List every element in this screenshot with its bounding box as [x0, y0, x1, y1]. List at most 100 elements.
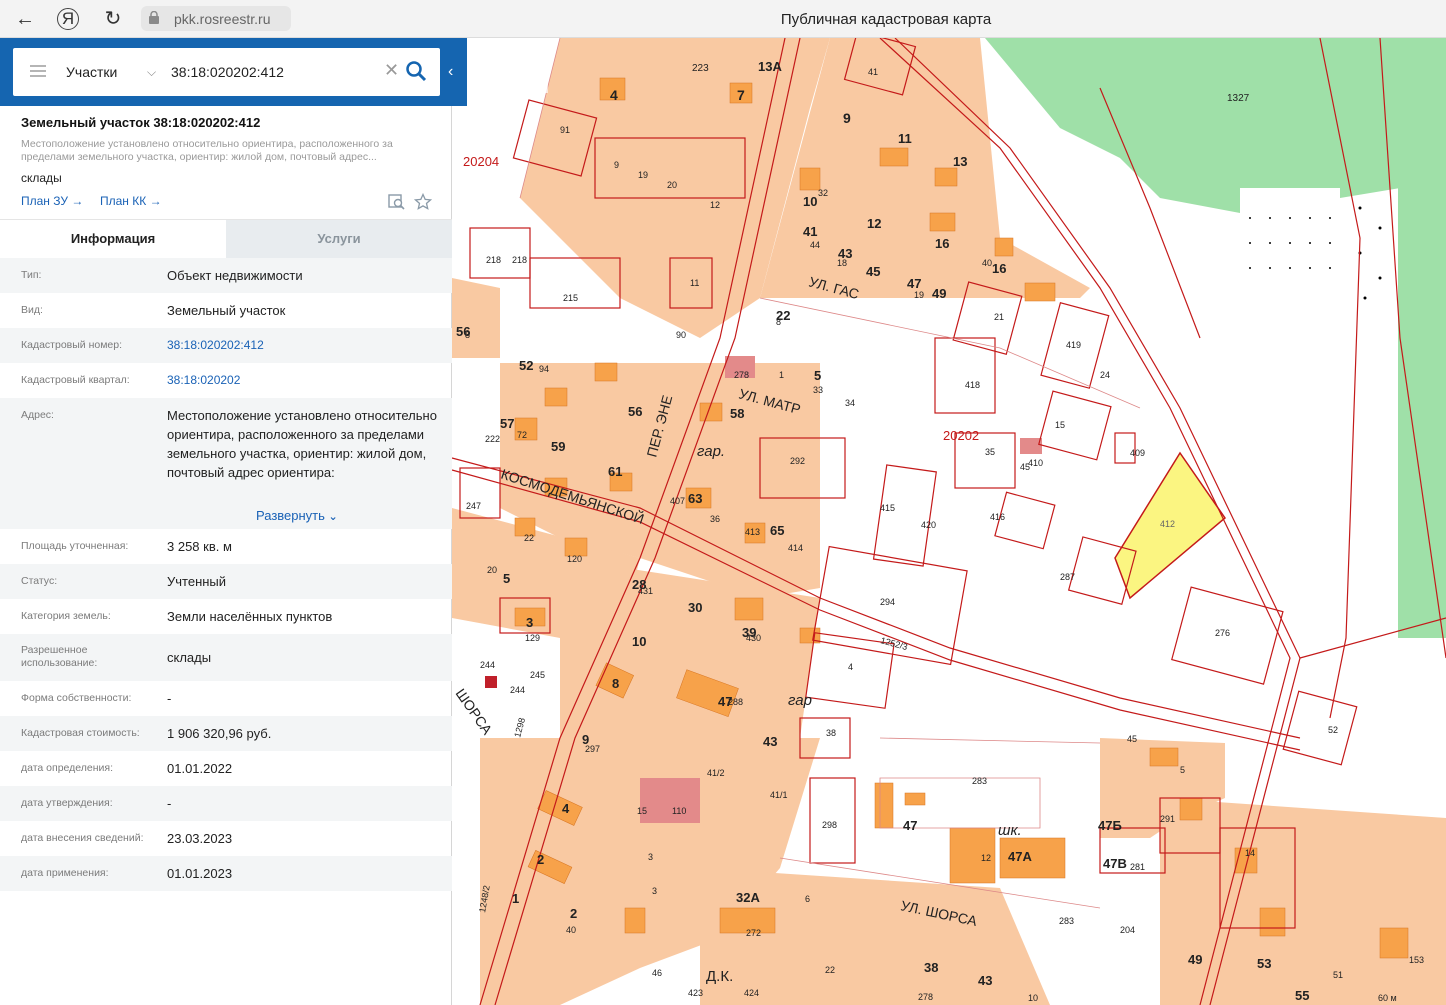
expand-address-button[interactable]: Развернуть ⌄ — [256, 508, 338, 523]
table-row: Статус: Учтенный — [0, 564, 452, 599]
zoom-to-object-icon[interactable] — [388, 193, 406, 211]
svg-text:245: 245 — [530, 670, 545, 680]
table-row: дата определения: 01.01.2022 — [0, 751, 452, 786]
cadastral-quarter-link[interactable]: 38:18:020202 — [167, 371, 437, 390]
svg-text:41: 41 — [803, 224, 817, 239]
svg-text:223: 223 — [692, 63, 709, 74]
svg-text:415: 415 — [880, 503, 895, 513]
svg-text:7: 7 — [737, 87, 745, 103]
svg-text:247: 247 — [466, 501, 481, 511]
search-box[interactable]: Участки ⌵ 38:18:020202:412 ✕ — [13, 48, 440, 96]
search-input[interactable]: 38:18:020202:412 — [171, 64, 284, 80]
chevron-down-icon[interactable]: ⌵ — [147, 65, 156, 80]
forest-area — [985, 38, 1446, 638]
svg-text:38: 38 — [826, 728, 836, 738]
object-use: склады — [21, 171, 62, 185]
svg-text:10: 10 — [1028, 993, 1038, 1003]
svg-text:32: 32 — [818, 188, 828, 198]
expand-label: Развернуть — [256, 508, 325, 523]
svg-text:40: 40 — [982, 258, 992, 268]
row-key: Форма собственности: — [21, 692, 132, 704]
table-row: дата внесения сведений: 23.03.2023 — [0, 821, 452, 856]
search-type-select[interactable]: Участки — [66, 64, 117, 80]
svg-text:153: 153 — [1409, 955, 1424, 965]
svg-text:15: 15 — [637, 806, 647, 816]
svg-text:2: 2 — [537, 852, 544, 867]
svg-text:46: 46 — [652, 968, 662, 978]
table-row: Разрешенное использование: склады — [0, 634, 452, 681]
tab-services[interactable]: Услуги — [226, 220, 452, 258]
menu-icon[interactable] — [30, 65, 46, 77]
svg-text:22: 22 — [825, 965, 835, 975]
row-value: 1 906 320,96 руб. — [167, 726, 272, 741]
svg-text:292: 292 — [790, 456, 805, 466]
svg-text:34: 34 — [845, 398, 855, 408]
svg-text:276: 276 — [1215, 628, 1230, 638]
svg-text:15: 15 — [1055, 420, 1065, 430]
search-band: Участки ⌵ 38:18:020202:412 ✕ ‹ — [0, 38, 467, 106]
svg-text:41: 41 — [868, 67, 878, 77]
row-key: Кадастровый номер: — [21, 339, 123, 351]
svg-text:423: 423 — [688, 988, 703, 998]
tab-bar: Информация Услуги — [0, 219, 452, 258]
svg-text:4: 4 — [562, 801, 570, 816]
svg-text:412: 412 — [1160, 519, 1175, 529]
row-value: - — [167, 691, 172, 706]
pink-building — [640, 778, 700, 823]
plan-kk-link[interactable]: План КК → — [100, 194, 162, 208]
svg-text:12: 12 — [867, 216, 881, 231]
chevron-down-icon: ⌄ — [328, 511, 338, 523]
plan-zu-link[interactable]: План ЗУ → — [21, 194, 83, 208]
svg-text:1: 1 — [779, 370, 784, 380]
table-row: Тип: Объект недвижимости — [0, 258, 452, 293]
svg-text:8: 8 — [612, 676, 619, 691]
svg-text:278: 278 — [734, 370, 749, 380]
row-key: Статус: — [21, 575, 58, 587]
row-key: Вид: — [21, 304, 43, 316]
svg-text:1252/3: 1252/3 — [879, 635, 908, 652]
svg-text:410: 410 — [1028, 458, 1043, 468]
svg-text:129: 129 — [525, 633, 540, 643]
svg-text:272: 272 — [746, 928, 761, 938]
svg-text:45: 45 — [866, 264, 880, 279]
row-key: Кадастровая стоимость: — [21, 727, 140, 739]
svg-text:56: 56 — [628, 404, 642, 419]
svg-text:283: 283 — [1059, 916, 1074, 926]
row-key: дата внесения сведений: — [21, 832, 144, 844]
row-key: дата определения: — [21, 762, 114, 774]
svg-text:8: 8 — [776, 317, 781, 327]
svg-text:47А: 47А — [1008, 849, 1032, 864]
star-icon[interactable] — [414, 193, 432, 211]
search-icon[interactable] — [405, 60, 427, 82]
table-row: дата утверждения: - — [0, 786, 452, 821]
svg-text:431: 431 — [638, 586, 653, 596]
clear-icon[interactable]: ✕ — [384, 60, 399, 81]
table-row: Форма собственности: - — [0, 681, 452, 716]
svg-text:45: 45 — [1127, 734, 1137, 744]
svg-text:59: 59 — [551, 439, 565, 454]
svg-text:20202: 20202 — [943, 428, 979, 443]
svg-text:10: 10 — [803, 194, 817, 209]
row-key: Площадь уточненная: — [21, 540, 129, 552]
svg-text:419: 419 — [1066, 340, 1081, 350]
tab-information[interactable]: Информация — [0, 220, 226, 258]
svg-text:47: 47 — [903, 818, 917, 833]
collapse-panel-icon[interactable]: ‹ — [448, 63, 453, 81]
row-value: 01.01.2022 — [167, 761, 233, 776]
cadastral-number-link[interactable]: 38:18:020202:412 — [167, 336, 437, 355]
svg-text:424: 424 — [744, 988, 759, 998]
svg-text:43: 43 — [763, 734, 777, 749]
svg-text:33: 33 — [813, 385, 823, 395]
svg-text:40: 40 — [566, 925, 576, 935]
svg-text:414: 414 — [788, 543, 803, 553]
row-key: дата применения: — [21, 867, 109, 879]
row-value: склады — [167, 650, 212, 665]
row-value: Объект недвижимости — [167, 268, 303, 283]
svg-text:10: 10 — [632, 634, 646, 649]
svg-text:110: 110 — [672, 806, 686, 816]
row-value: 23.03.2023 — [167, 831, 233, 846]
svg-text:278: 278 — [918, 992, 933, 1002]
svg-text:22: 22 — [524, 533, 534, 543]
svg-text:5: 5 — [503, 571, 510, 586]
svg-text:72: 72 — [517, 430, 527, 440]
